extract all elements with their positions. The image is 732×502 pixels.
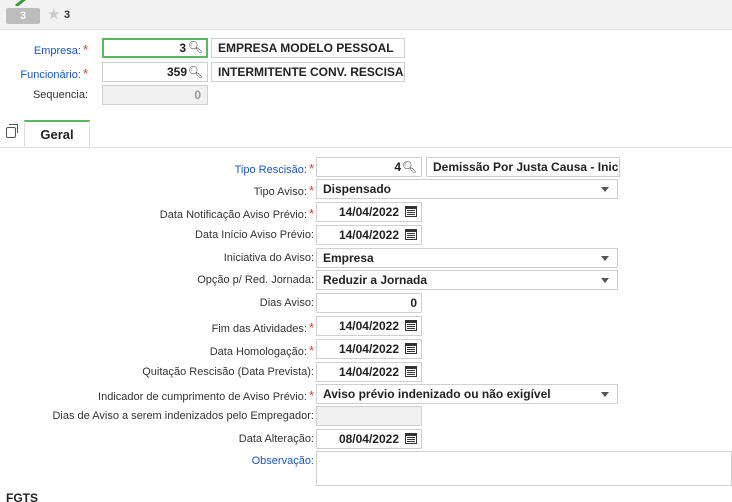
search-icon[interactable]: 🔍︎ xyxy=(402,158,417,176)
dias-indenizados-label: Dias de Aviso a serem indenizados pelo E… xyxy=(52,410,314,422)
chevron-down-icon xyxy=(601,256,609,261)
data-notificacao-label: Data Notificação Aviso Prévio: * xyxy=(159,206,314,221)
required-asterisk: * xyxy=(308,161,314,176)
tipo-aviso-label: Tipo Aviso: * xyxy=(253,183,314,198)
calendar-icon[interactable] xyxy=(405,320,417,331)
fim-atividades-label: Fim das Atividades: * xyxy=(211,320,314,335)
indicador-label: Indicador de cumprimento de Aviso Prévio… xyxy=(98,388,314,403)
data-alteracao-label: Data Alteração: xyxy=(238,433,314,445)
chevron-down-icon xyxy=(601,278,609,283)
data-homologacao-input[interactable]: 14/04/2022 xyxy=(316,339,422,359)
opcao-red-label: Opção p/ Red. Jornada: xyxy=(197,274,314,286)
observacao-label[interactable]: Observação: xyxy=(252,455,314,467)
funcionario-label[interactable]: Funcionário: * xyxy=(20,66,88,81)
dias-aviso-input[interactable]: 0 xyxy=(316,293,422,313)
calendar-icon[interactable] xyxy=(405,206,417,217)
funcionario-description: INTERMITENTE CONV. RESCISA xyxy=(211,62,405,82)
fim-atividades-input[interactable]: 14/04/2022 xyxy=(316,316,422,336)
quitacao-input[interactable]: 14/04/2022 xyxy=(316,362,422,382)
sequencia-input: 0 xyxy=(102,85,208,105)
required-asterisk: * xyxy=(82,42,88,57)
favorites-count: 3 xyxy=(64,9,71,21)
data-alteracao-input[interactable]: 08/04/2022 xyxy=(316,429,422,449)
empresa-label[interactable]: Empresa: * xyxy=(34,42,88,57)
required-asterisk: * xyxy=(308,183,314,198)
tipo-rescisao-description: Demissão Por Justa Causa - Inic xyxy=(426,157,620,177)
empresa-description: EMPRESA MODELO PESSOAL xyxy=(211,38,405,58)
tipo-rescisao-input[interactable]: 4 🔍︎ xyxy=(316,157,422,177)
quitacao-label: Quitação Rescisão (Data Prevista): xyxy=(142,366,314,378)
search-icon[interactable]: 🔍︎ xyxy=(188,39,203,55)
chevron-down-icon xyxy=(601,187,609,192)
chevron-down-icon xyxy=(601,392,609,397)
sequencia-label: Sequencia: xyxy=(32,89,88,101)
empresa-input[interactable]: 3 🔍︎ xyxy=(102,38,208,58)
observacao-textarea[interactable] xyxy=(316,451,732,486)
logo-icon xyxy=(15,0,26,6)
calendar-icon[interactable] xyxy=(405,433,417,444)
required-asterisk: * xyxy=(82,66,88,81)
dias-indenizados-input xyxy=(316,406,422,426)
calendar-icon[interactable] xyxy=(405,366,417,377)
dias-aviso-label: Dias Aviso: xyxy=(259,297,314,309)
data-homologacao-label: Data Homologação: * xyxy=(209,343,314,358)
opcao-red-select[interactable]: Reduzir a Jornada xyxy=(316,270,618,290)
calendar-icon[interactable] xyxy=(405,343,417,354)
data-inicio-input[interactable]: 14/04/2022 xyxy=(316,225,422,245)
calendar-icon[interactable] xyxy=(405,229,417,240)
copy-icon[interactable] xyxy=(6,124,18,138)
tipo-aviso-select[interactable]: Dispensado xyxy=(316,179,618,199)
tipo-rescisao-label[interactable]: Tipo Rescisão: * xyxy=(235,161,314,176)
top-bar: 3 ★ 3 xyxy=(0,0,732,30)
indicador-select[interactable]: Aviso prévio indenizado ou não exigível xyxy=(316,384,618,404)
search-icon[interactable]: 🔍︎ xyxy=(188,63,203,81)
star-icon[interactable]: ★ xyxy=(47,7,60,23)
data-inicio-label: Data Início Aviso Prévio: xyxy=(194,229,314,241)
funcionario-input[interactable]: 359 🔍︎ xyxy=(102,62,208,82)
required-asterisk: * xyxy=(308,206,314,221)
required-asterisk: * xyxy=(308,320,314,335)
data-notificacao-input[interactable]: 14/04/2022 xyxy=(316,202,422,222)
tab-number-badge[interactable]: 3 xyxy=(6,8,40,24)
iniciativa-label: Iniciativa do Aviso: xyxy=(223,252,314,264)
required-asterisk: * xyxy=(308,388,314,403)
iniciativa-select[interactable]: Empresa xyxy=(316,248,618,268)
fgts-section-label: FGTS xyxy=(6,491,38,502)
required-asterisk: * xyxy=(308,343,314,358)
tab-geral[interactable]: Geral xyxy=(24,120,90,148)
